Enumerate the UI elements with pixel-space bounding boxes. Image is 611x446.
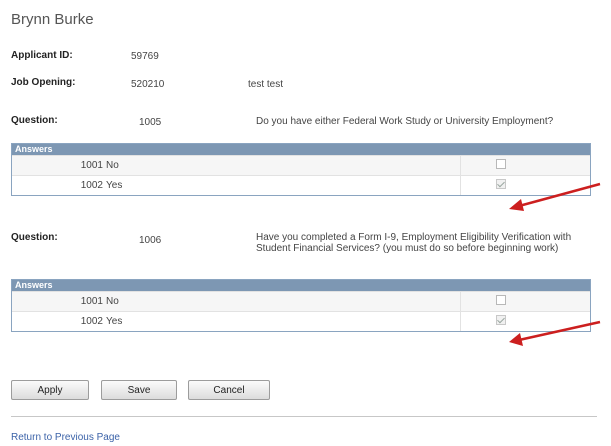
answers-grid: Answers 1001 No 1002 Yes	[11, 143, 591, 196]
question-text: Have you completed a Form I-9, Employmen…	[256, 232, 572, 254]
annotation-arrow-icon	[509, 182, 601, 211]
applicant-id-value: 59769	[131, 51, 159, 62]
column-divider	[460, 292, 461, 311]
answer-row: 1001 No	[12, 155, 590, 175]
answer-row: 1001 No	[12, 291, 590, 311]
job-opening-title: test test	[248, 79, 284, 90]
answer-checkbox-no[interactable]	[496, 295, 506, 305]
answer-text: Yes	[106, 180, 123, 191]
answer-number: 1001	[80, 296, 103, 307]
answer-number: 1001	[80, 160, 103, 171]
question-number: 1005	[139, 117, 162, 128]
apply-button[interactable]: Apply	[11, 380, 89, 400]
answer-row: 1002 Yes	[12, 311, 590, 331]
job-opening-value: 520210	[131, 79, 165, 90]
job-opening-label: Job Opening:	[11, 77, 76, 88]
save-button[interactable]: Save	[101, 380, 177, 400]
answer-number: 1002	[80, 316, 103, 327]
question-number: 1006	[139, 235, 162, 246]
column-divider	[460, 312, 461, 331]
answer-text: No	[106, 160, 119, 171]
answer-text: No	[106, 296, 119, 307]
cancel-button[interactable]: Cancel	[188, 380, 270, 400]
applicant-name: Brynn Burke	[11, 11, 94, 28]
annotation-arrow-icon	[509, 320, 601, 346]
answer-text: Yes	[106, 316, 123, 327]
question-label: Question:	[11, 232, 58, 243]
question-label: Question:	[11, 115, 58, 126]
applicant-id-label: Applicant ID:	[11, 50, 73, 61]
answers-grid-header: Answers	[12, 144, 590, 155]
answers-grid-header: Answers	[12, 280, 590, 291]
answer-row: 1002 Yes	[12, 175, 590, 195]
answer-checkbox-no[interactable]	[496, 159, 506, 169]
divider	[11, 416, 597, 417]
return-to-previous-page-link[interactable]: Return to Previous Page	[11, 432, 120, 443]
answer-number: 1002	[80, 180, 103, 191]
question-text: Do you have either Federal Work Study or…	[256, 116, 554, 127]
answers-grid: Answers 1001 No 1002 Yes	[11, 279, 591, 332]
column-divider	[460, 156, 461, 175]
column-divider	[460, 176, 461, 195]
